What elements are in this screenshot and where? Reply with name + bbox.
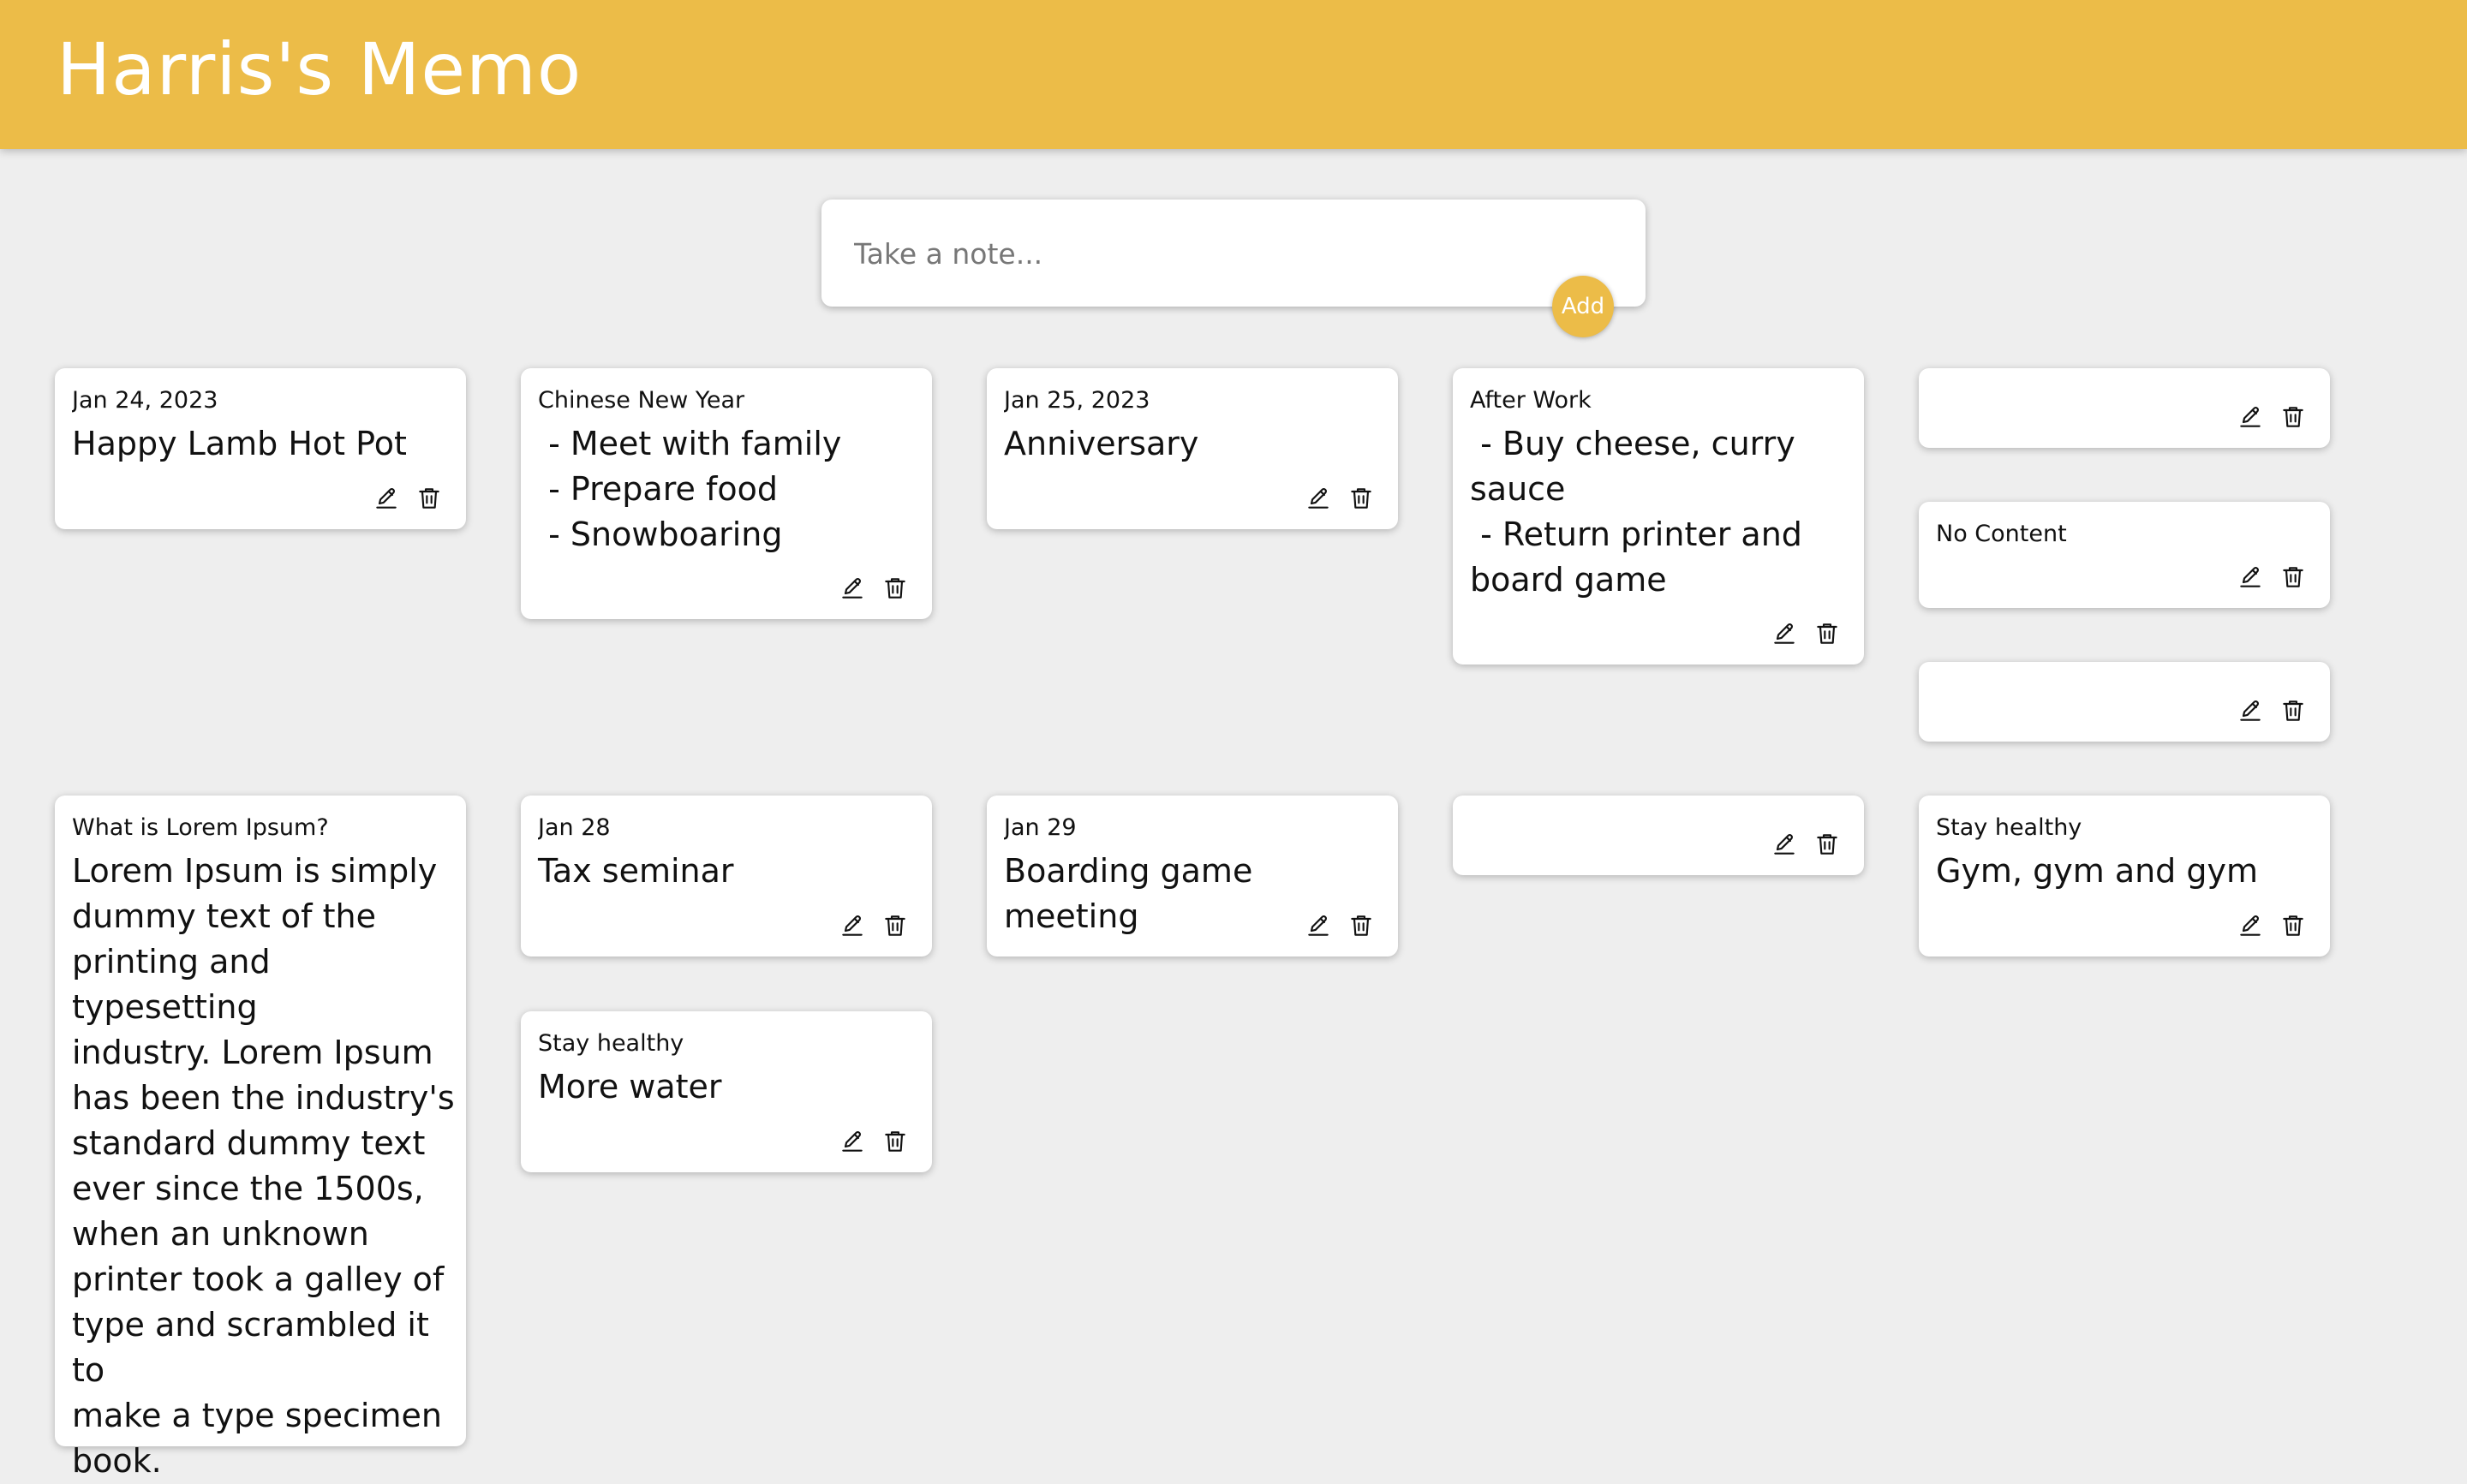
delete-button[interactable] — [2279, 697, 2308, 726]
note-card: No Content — [1919, 502, 2330, 608]
pencil-icon — [2237, 912, 2264, 942]
note-actions — [838, 1128, 910, 1157]
note-input[interactable] — [854, 232, 1591, 275]
edit-button[interactable] — [1770, 831, 1799, 860]
note-actions — [2236, 563, 2308, 593]
edit-button[interactable] — [2236, 912, 2265, 941]
note-content: Happy Lamb Hot Pot — [72, 425, 407, 462]
note-actions — [1770, 831, 1842, 860]
note-content: Tax seminar — [538, 852, 734, 890]
pencil-icon — [2237, 563, 2264, 593]
note-content: Gym, gym and gym — [1936, 852, 2259, 890]
pencil-icon — [1305, 485, 1332, 515]
delete-button[interactable] — [1347, 485, 1376, 514]
note-card: Chinese New Year - Meet with family - Pr… — [521, 368, 932, 619]
pencil-icon — [373, 485, 400, 515]
note-content: Anniversary — [1004, 425, 1199, 462]
pencil-icon — [839, 912, 866, 942]
trash-icon — [2279, 697, 2307, 727]
note-card — [1453, 796, 1864, 875]
pencil-icon — [2237, 403, 2264, 433]
note-card: What is Lorem Ipsum? Lorem Ipsum is simp… — [55, 796, 466, 1480]
note-card: Stay healthy Gym, gym and gym — [1919, 796, 2330, 957]
edit-button[interactable] — [838, 1128, 867, 1157]
delete-button[interactable] — [2279, 912, 2308, 941]
delete-button[interactable] — [881, 1128, 910, 1157]
trash-icon — [1347, 912, 1375, 942]
note-title: No Content — [1936, 521, 2067, 547]
app-title: Harris's Memo — [57, 27, 582, 111]
note-composer — [821, 200, 1646, 307]
pencil-icon — [839, 1128, 866, 1158]
note-content: - Meet with family - Prepare food - Snow… — [548, 425, 842, 553]
pencil-icon — [1771, 620, 1798, 650]
edit-button[interactable] — [1304, 912, 1333, 941]
edit-button[interactable] — [2236, 563, 2265, 593]
note-title: Stay healthy — [538, 1030, 684, 1057]
delete-button[interactable] — [1813, 831, 1842, 860]
note-card: After Work - Buy cheese, curry sauce - R… — [1453, 368, 1864, 665]
delete-button[interactable] — [1813, 620, 1842, 649]
delete-button[interactable] — [881, 575, 910, 604]
note-actions — [2236, 403, 2308, 432]
add-note-button[interactable]: Add — [1552, 276, 1614, 337]
trash-icon — [2279, 403, 2307, 433]
delete-button[interactable] — [2279, 403, 2308, 432]
note-actions — [2236, 912, 2308, 941]
edit-button[interactable] — [838, 575, 867, 604]
pencil-icon — [1771, 831, 1798, 861]
trash-icon — [2279, 563, 2307, 593]
note-title: Jan 24, 2023 — [72, 387, 218, 414]
delete-button[interactable] — [1347, 912, 1376, 941]
delete-button[interactable] — [415, 485, 444, 514]
app-header: Harris's Memo — [0, 0, 2467, 149]
note-title: Stay healthy — [1936, 814, 2082, 841]
edit-button[interactable] — [838, 912, 867, 941]
note-content: More water — [538, 1068, 722, 1106]
note-title: Jan 29 — [1004, 814, 1077, 841]
note-actions — [1304, 485, 1376, 514]
note-card: Jan 24, 2023 Happy Lamb Hot Pot — [55, 368, 466, 529]
note-actions — [1770, 620, 1842, 649]
note-card — [1919, 662, 2330, 742]
trash-icon — [1813, 620, 1841, 650]
note-title: Jan 28 — [538, 814, 611, 841]
note-actions — [838, 575, 910, 604]
trash-icon — [1347, 485, 1375, 515]
note-actions — [2236, 697, 2308, 726]
delete-button[interactable] — [2279, 563, 2308, 593]
note-title: Chinese New Year — [538, 387, 745, 414]
note-card — [1919, 368, 2330, 448]
note-title: Jan 25, 2023 — [1004, 387, 1150, 414]
note-title: What is Lorem Ipsum? — [72, 814, 329, 841]
note-card: Stay healthy More water — [521, 1011, 932, 1172]
note-actions — [838, 912, 910, 941]
note-card: Jan 28 Tax seminar — [521, 796, 932, 957]
trash-icon — [881, 575, 909, 605]
edit-button[interactable] — [2236, 697, 2265, 726]
pencil-icon — [1305, 912, 1332, 942]
note-actions — [1304, 912, 1376, 941]
pencil-icon — [839, 575, 866, 605]
edit-button[interactable] — [1770, 620, 1799, 649]
trash-icon — [1813, 831, 1841, 861]
note-actions — [372, 485, 444, 514]
trash-icon — [881, 912, 909, 942]
trash-icon — [2279, 912, 2307, 942]
delete-button[interactable] — [881, 912, 910, 941]
edit-button[interactable] — [372, 485, 401, 514]
note-card: Jan 25, 2023 Anniversary — [987, 368, 1398, 529]
pencil-icon — [2237, 697, 2264, 727]
note-title: After Work — [1470, 387, 1592, 414]
note-content: Lorem Ipsum is simply dummy text of the … — [72, 852, 455, 1480]
trash-icon — [415, 485, 443, 515]
note-content: - Buy cheese, curry sauce - Return print… — [1470, 425, 1802, 599]
edit-button[interactable] — [2236, 403, 2265, 432]
note-card: Jan 29 Boarding game meeting — [987, 796, 1398, 957]
edit-button[interactable] — [1304, 485, 1333, 514]
trash-icon — [881, 1128, 909, 1158]
